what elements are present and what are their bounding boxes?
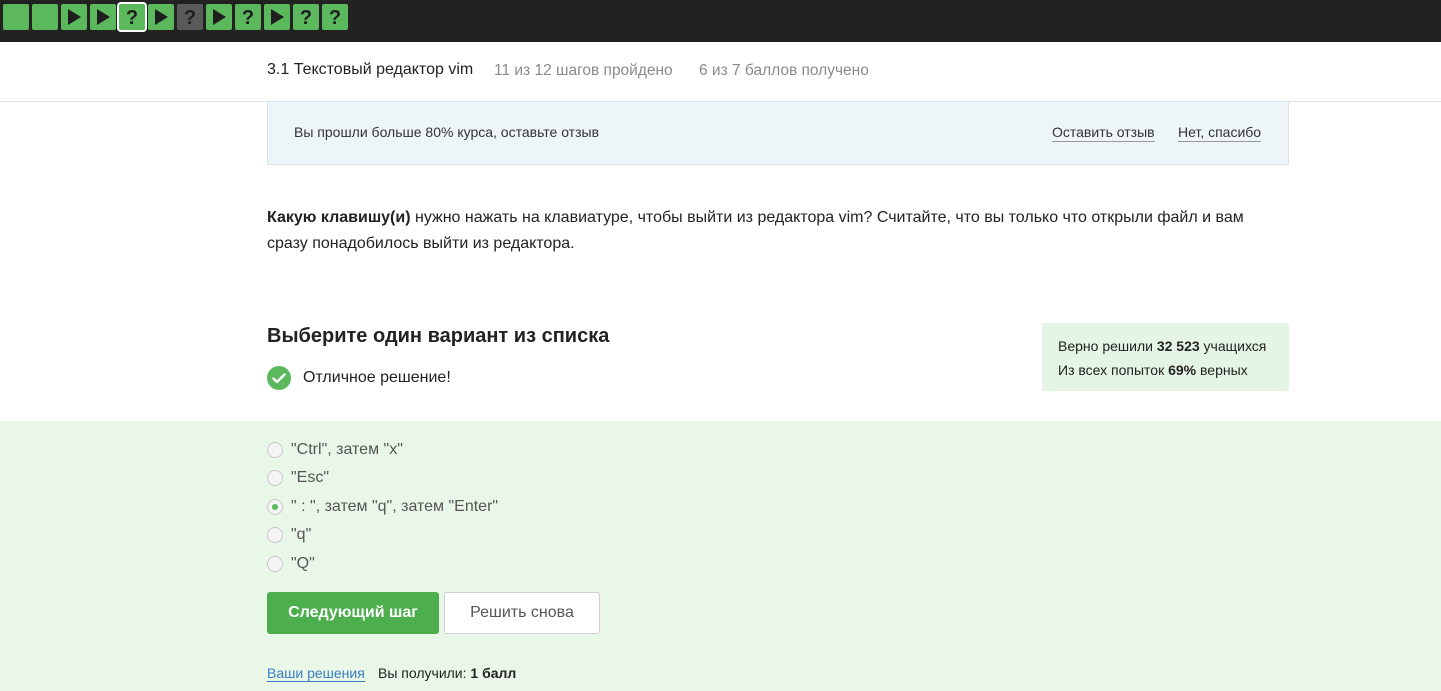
step-4-video[interactable] bbox=[90, 4, 116, 30]
option-label: "Esc" bbox=[291, 469, 330, 486]
option-4[interactable]: "q" bbox=[267, 525, 311, 545]
option-label: "Ctrl", затем "x" bbox=[291, 441, 403, 458]
step-1-text[interactable] bbox=[3, 4, 29, 30]
step-8-video[interactable] bbox=[206, 4, 232, 30]
radio-button[interactable] bbox=[267, 556, 283, 572]
stats-attempts-pct: 69% bbox=[1168, 362, 1197, 378]
stats-solved-count: 32 523 bbox=[1156, 338, 1200, 354]
step-3-video[interactable] bbox=[61, 4, 87, 30]
option-label: " : ", затем "q", затем "Enter" bbox=[291, 498, 499, 515]
radio-button[interactable] bbox=[267, 442, 283, 458]
solution-stats: Верно решили 32 523 учащихся Из всех поп… bbox=[1042, 323, 1289, 391]
svg-text:?: ? bbox=[184, 7, 196, 27]
step-7-quiz[interactable]: ? bbox=[177, 4, 203, 30]
step-11-quiz[interactable]: ? bbox=[293, 4, 319, 30]
answers-panel: "Ctrl", затем "x" "Esc" " : ", затем "q"… bbox=[0, 421, 1441, 691]
result-text: Отличное решение! bbox=[303, 369, 451, 386]
stats-attempts-prefix: Из всех попыток bbox=[1058, 362, 1169, 378]
question-mark-icon: ? bbox=[328, 7, 342, 27]
svg-text:?: ? bbox=[329, 7, 341, 27]
option-3[interactable]: " : ", затем "q", затем "Enter" bbox=[267, 497, 498, 517]
svg-text:?: ? bbox=[126, 7, 138, 27]
question-text: Какую клавишу(и) нужно нажать на клавиат… bbox=[267, 205, 1277, 257]
check-circle-icon bbox=[267, 366, 291, 390]
option-label: "Q" bbox=[291, 555, 315, 572]
review-banner-text: Вы прошли больше 80% курса, оставьте отз… bbox=[294, 124, 600, 140]
option-1[interactable]: "Ctrl", затем "x" bbox=[267, 440, 403, 460]
question-mark-icon: ? bbox=[183, 7, 197, 27]
step-6-video[interactable] bbox=[148, 4, 174, 30]
question-bold: Какую клавишу(и) bbox=[267, 209, 411, 226]
lesson-title: 3.1 Текстовый редактор vim bbox=[267, 61, 474, 78]
play-icon bbox=[211, 8, 227, 26]
stats-solved-prefix: Верно решили bbox=[1058, 338, 1157, 354]
question-mark-icon: ? bbox=[125, 7, 139, 27]
step-10-video[interactable] bbox=[264, 4, 290, 30]
svg-text:?: ? bbox=[300, 7, 312, 27]
score-progress: 6 из 7 баллов получено bbox=[699, 62, 869, 79]
score-received-prefix: Вы получили: bbox=[378, 665, 471, 681]
radio-button[interactable] bbox=[267, 527, 283, 543]
stats-solved: Верно решили 32 523 учащихся bbox=[1058, 334, 1289, 358]
option-label: "q" bbox=[291, 526, 312, 543]
step-navigation-bar: ????? bbox=[0, 0, 1441, 42]
score-received-value: 1 балл bbox=[470, 665, 517, 681]
solve-again-button[interactable]: Решить снова bbox=[444, 592, 600, 634]
stats-attempts-suffix: верных bbox=[1196, 362, 1248, 378]
result-feedback: Отличное решение! bbox=[267, 366, 451, 390]
play-icon bbox=[269, 8, 285, 26]
choose-title: Выберите один вариант из списка bbox=[267, 325, 610, 347]
question-mark-icon: ? bbox=[241, 7, 255, 27]
play-icon bbox=[66, 8, 82, 26]
steps-progress: 11 из 12 шагов пройдено bbox=[494, 62, 673, 79]
step-2-text[interactable] bbox=[32, 4, 58, 30]
radio-button[interactable] bbox=[267, 499, 283, 515]
play-icon bbox=[153, 8, 169, 26]
stats-solved-suffix: учащихся bbox=[1199, 338, 1267, 354]
option-2[interactable]: "Esc" bbox=[267, 468, 329, 488]
your-solutions-link[interactable]: Ваши решения bbox=[267, 665, 365, 682]
step-5-quiz[interactable]: ? bbox=[117, 2, 147, 32]
lesson-header: 3.1 Текстовый редактор vim 11 из 12 шаго… bbox=[0, 42, 1441, 102]
question-rest: нужно нажать на клавиатуре, чтобы выйти … bbox=[267, 209, 1244, 252]
stats-attempts: Из всех попыток 69% верных bbox=[1058, 358, 1289, 382]
no-thanks-link[interactable]: Нет, спасибо bbox=[1178, 124, 1262, 142]
review-banner: Вы прошли больше 80% курса, оставьте отз… bbox=[267, 101, 1289, 165]
svg-text:?: ? bbox=[242, 7, 254, 27]
next-step-button[interactable]: Следующий шаг bbox=[267, 592, 439, 634]
radio-button[interactable] bbox=[267, 470, 283, 486]
question-mark-icon: ? bbox=[299, 7, 313, 27]
step-12-quiz[interactable]: ? bbox=[322, 4, 348, 30]
score-received: Вы получили: 1 балл bbox=[378, 665, 516, 681]
leave-review-link[interactable]: Оставить отзыв bbox=[1052, 124, 1155, 142]
play-icon bbox=[95, 8, 111, 26]
option-5[interactable]: "Q" bbox=[267, 554, 315, 574]
step-9-quiz[interactable]: ? bbox=[235, 4, 261, 30]
